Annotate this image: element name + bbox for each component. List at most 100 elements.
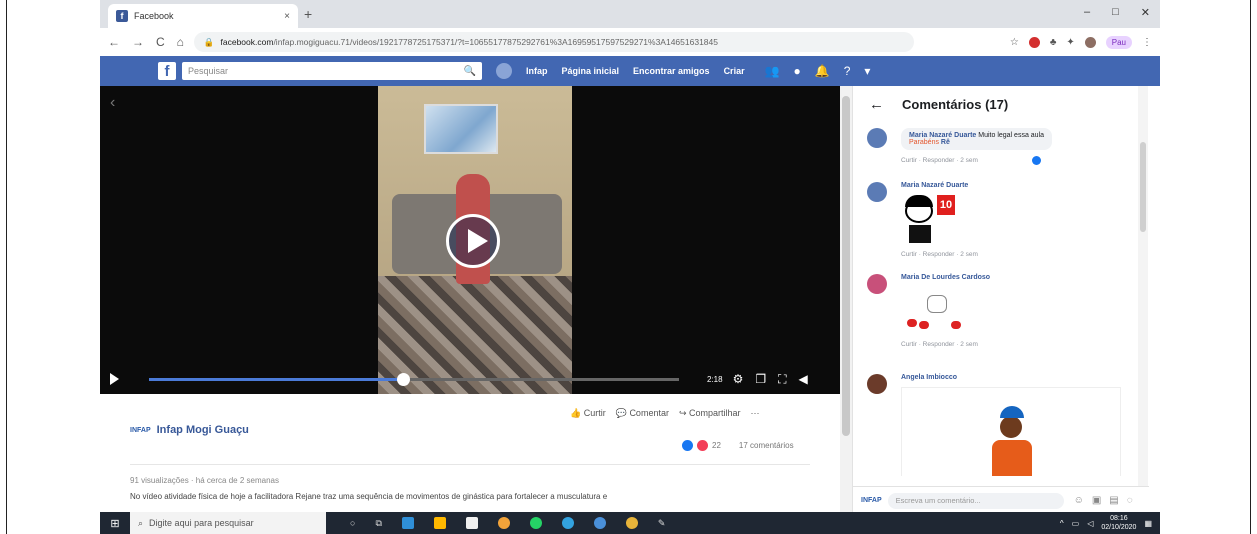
address-bar-row: ← → C ⌂ 🔒 facebook.com /infap.mogiguacu.… — [100, 28, 1160, 56]
comment-author[interactable]: Maria De Lourdes Cardoso — [901, 274, 990, 281]
store-icon[interactable] — [465, 517, 478, 529]
nav-find-friends[interactable]: Encontrar amigos — [633, 66, 710, 76]
avatar[interactable] — [867, 374, 887, 394]
windows-start-icon[interactable]: ⊞ — [100, 517, 130, 530]
video-player[interactable]: ‹ 2:18 ⚙ ❐ ⛶ ◀ — [100, 86, 840, 394]
right-border — [1250, 0, 1251, 534]
page-scrollbar[interactable] — [840, 86, 852, 514]
page-name-row: INFAP Infap Mogi Guaçu — [130, 424, 249, 436]
camera-icon[interactable]: ▣ — [1092, 495, 1101, 506]
comment-actions[interactable]: Curtir · Responder · 2 sem — [901, 156, 1052, 165]
forward-button[interactable]: → — [132, 35, 144, 49]
quick-help-icon[interactable]: ? — [844, 64, 851, 78]
search-icon[interactable]: 🔍 — [464, 66, 476, 77]
url-input[interactable]: 🔒 facebook.com /infap.mogiguacu.71/video… — [193, 32, 914, 52]
chrome-icon[interactable] — [625, 517, 638, 529]
messenger-icon[interactable]: ● — [794, 64, 801, 78]
paused-badge[interactable]: Pau — [1105, 35, 1132, 49]
share-icon: ↪ — [678, 408, 689, 418]
volume-tray-icon[interactable]: ◁ — [1087, 519, 1093, 528]
comment-content: Maria Nazaré Duarte Muito legal essa aul… — [901, 128, 1053, 165]
emoji-icon[interactable]: ☺ — [1074, 495, 1084, 506]
avatar[interactable] — [867, 182, 887, 202]
comments-scrollbar-thumb[interactable] — [1140, 142, 1146, 232]
fullscreen-icon[interactable]: ⛶ — [778, 372, 786, 387]
play-overlay-icon[interactable] — [446, 214, 500, 268]
maximize-button[interactable]: □ — [1112, 6, 1119, 19]
notifications-center-icon[interactable]: ▦ — [1144, 519, 1152, 528]
comment-input-icons: ☺ ▣ ▤ ◌ — [1074, 495, 1133, 506]
facebook-search-input[interactable]: Pesquisar 🔍 — [182, 62, 482, 80]
comment-actions[interactable]: Curtir · Responder · 2 sem — [901, 341, 990, 348]
star-icon[interactable]: ☆ — [1010, 37, 1019, 48]
back-button[interactable]: ← — [108, 35, 120, 49]
comment-author[interactable]: Maria Nazaré Duarte — [909, 132, 976, 139]
reload-button[interactable]: C — [156, 35, 165, 49]
nav-profile[interactable]: Infap — [526, 66, 548, 76]
like-button[interactable]: 👍 Curtir — [570, 408, 606, 419]
video-progress-knob[interactable] — [397, 372, 411, 386]
settings-gear-icon[interactable]: ⚙ — [733, 372, 744, 387]
taskbar-clock[interactable]: 08:16 02/10/2020 — [1101, 514, 1136, 532]
network-icon[interactable]: ▭ — [1072, 519, 1080, 528]
taskbar-search-input[interactable]: ⌕ Digite aqui para pesquisar — [130, 512, 326, 534]
edge-icon[interactable] — [401, 517, 414, 529]
edge-new-icon[interactable] — [561, 517, 574, 529]
nav-create[interactable]: Criar — [724, 66, 745, 76]
back-arrow-icon[interactable]: ← — [869, 96, 884, 113]
comment-button[interactable]: 💬 Comentar — [616, 408, 669, 419]
avatar[interactable] — [867, 128, 887, 148]
avatar[interactable] — [867, 274, 887, 294]
menu-icon[interactable]: ⋮ — [1142, 37, 1152, 48]
sticker-icon[interactable]: ◌ — [1127, 495, 1133, 506]
puzzle-icon[interactable]: ✦ — [1066, 37, 1074, 48]
comment-author[interactable]: Maria Nazaré Duarte — [901, 182, 968, 189]
task-view-icon[interactable]: ⧉ — [375, 518, 381, 529]
file-explorer-icon[interactable] — [433, 517, 446, 529]
app-icon[interactable] — [593, 517, 606, 529]
notifications-icon[interactable]: 🔔 — [815, 64, 830, 78]
video-back-icon[interactable]: ‹ — [110, 94, 115, 112]
tab-facebook[interactable]: f Facebook × — [108, 4, 298, 28]
friends-icon[interactable]: 👥 — [765, 64, 780, 78]
opera-icon[interactable] — [1028, 36, 1040, 48]
comment-actions[interactable]: Curtir · Responder · 2 sem — [901, 251, 978, 258]
volume-icon[interactable]: ◀ — [799, 372, 808, 387]
search-placeholder: Pesquisar — [188, 66, 229, 76]
firefox-icon[interactable] — [497, 517, 510, 529]
tool-icon[interactable]: ✎ — [658, 518, 666, 529]
play-icon[interactable] — [110, 373, 119, 385]
whatsapp-icon[interactable] — [529, 517, 542, 529]
account-dropdown-icon[interactable]: ▾ — [864, 64, 870, 78]
nav-home[interactable]: Página inicial — [562, 66, 620, 76]
sticker-card: 10 — [937, 195, 955, 215]
minimize-button[interactable]: – — [1084, 6, 1090, 19]
comments-scrollbar[interactable] — [1138, 86, 1148, 486]
gif-icon[interactable]: ▤ — [1109, 495, 1118, 506]
profile-avatar[interactable] — [1084, 36, 1096, 48]
tab-close-icon[interactable]: × — [284, 11, 290, 22]
comment-author[interactable]: Angela Imbiocco — [901, 374, 957, 381]
profile-avatar-small[interactable] — [496, 63, 512, 79]
more-options-button[interactable]: ··· — [751, 408, 760, 419]
comment-input[interactable]: Escreva um comentário... — [887, 492, 1064, 509]
video-progress-bar[interactable] — [149, 372, 679, 386]
page-logo[interactable]: INFAP — [130, 427, 151, 434]
close-window-button[interactable]: ✕ — [1141, 6, 1150, 19]
cortana-icon[interactable]: ○ — [350, 518, 355, 528]
commenter-logo: INFAP — [861, 497, 882, 504]
home-button[interactable]: ⌂ — [177, 35, 184, 49]
page-scrollbar-thumb[interactable] — [842, 96, 850, 436]
reactions-summary[interactable]: 22 17 comentários — [682, 440, 794, 451]
tray-expand-icon[interactable]: ^ — [1060, 519, 1064, 528]
extension-icon[interactable]: ♣ — [1050, 37, 1057, 48]
comments-count[interactable]: 17 comentários — [739, 441, 794, 450]
video-controls: 2:18 ⚙ ❐ ⛶ ◀ — [100, 364, 840, 394]
picture-in-picture-icon[interactable]: ❐ — [755, 372, 766, 387]
page-name[interactable]: Infap Mogi Guaçu — [157, 424, 249, 436]
sticker-image: 10 — [901, 195, 961, 245]
comment-tag[interactable]: Parabéns — [909, 139, 939, 146]
share-button[interactable]: ↪ Compartilhar — [679, 408, 741, 419]
new-tab-button[interactable]: + — [304, 6, 312, 22]
facebook-logo[interactable]: f — [158, 62, 176, 80]
